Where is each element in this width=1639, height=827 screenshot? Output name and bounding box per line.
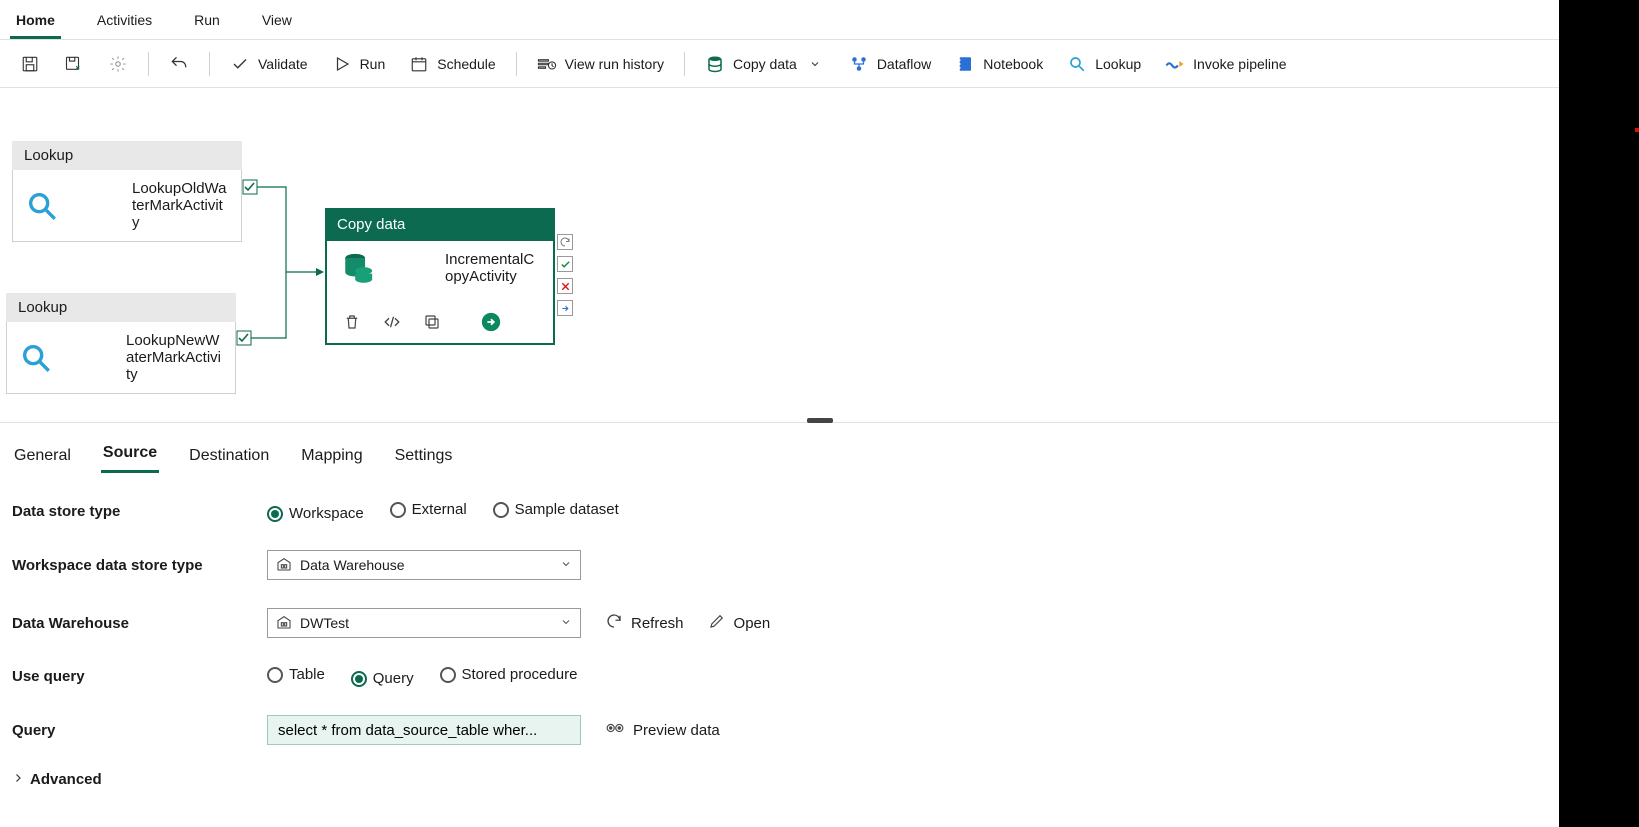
copy-data-button[interactable]: Copy data — [695, 48, 835, 80]
radio-stored-procedure[interactable]: Stored procedure — [440, 666, 578, 683]
separator — [684, 52, 685, 76]
undo-button[interactable] — [159, 48, 199, 80]
warehouse-icon — [276, 614, 292, 633]
edit-icon — [708, 612, 726, 634]
notebook-icon — [955, 54, 975, 74]
toolbar: Validate Run Schedule View run history C… — [0, 40, 1639, 88]
properties-tabs: General Source Destination Mapping Setti… — [12, 435, 1627, 473]
dataflow-button[interactable]: Dataflow — [839, 48, 941, 80]
open-button[interactable]: Open — [708, 612, 771, 634]
play-icon — [332, 54, 352, 74]
schedule-button[interactable]: Schedule — [399, 48, 505, 80]
tab-view[interactable]: View — [256, 1, 298, 39]
radio-workspace[interactable]: Workspace — [267, 505, 364, 522]
red-dot — [1635, 128, 1639, 132]
separator — [148, 52, 149, 76]
code-icon[interactable] — [381, 311, 403, 333]
radio-external[interactable]: External — [390, 501, 467, 518]
view-history-button[interactable]: View run history — [527, 48, 674, 80]
undo-icon — [169, 54, 189, 74]
prop-tab-destination[interactable]: Destination — [187, 443, 271, 473]
dataflow-icon — [849, 54, 869, 74]
properties-panel: General Source Destination Mapping Setti… — [0, 423, 1639, 808]
refresh-icon — [605, 612, 623, 634]
settings-button[interactable] — [98, 48, 138, 80]
database-icon — [341, 251, 435, 285]
save-as-icon — [64, 54, 84, 74]
black-sidebar — [1559, 0, 1639, 827]
radio-sample-dataset[interactable]: Sample dataset — [493, 501, 619, 518]
prop-tab-source[interactable]: Source — [101, 440, 159, 473]
tab-activities[interactable]: Activities — [91, 1, 158, 39]
preview-icon — [605, 721, 625, 739]
lookup-button[interactable]: Lookup — [1057, 48, 1151, 80]
select-workspace-store-type[interactable]: Data Warehouse — [267, 550, 581, 580]
database-icon — [705, 54, 725, 74]
activity-type-label: Copy data — [325, 208, 555, 241]
chevron-down-icon — [805, 54, 825, 74]
calendar-icon — [409, 54, 429, 74]
chevron-down-icon — [560, 557, 572, 573]
lookup-icon — [25, 189, 122, 223]
save-icon — [20, 54, 40, 74]
save-as-button[interactable] — [54, 48, 94, 80]
prop-tab-mapping[interactable]: Mapping — [299, 443, 364, 473]
port-fail-icon[interactable] — [557, 278, 573, 294]
history-icon — [537, 54, 557, 74]
gear-icon — [108, 54, 128, 74]
activity-name-label: LookupOldWaterMarkActivity — [132, 180, 229, 231]
prop-tab-general[interactable]: General — [12, 443, 73, 473]
label-use-query: Use query — [12, 668, 267, 685]
notebook-button[interactable]: Notebook — [945, 48, 1053, 80]
tab-home[interactable]: Home — [10, 1, 61, 39]
activity-name-label: IncrementalCopyActivity — [445, 251, 539, 285]
preview-data-button[interactable]: Preview data — [605, 721, 720, 739]
port-retry-icon[interactable] — [557, 234, 573, 250]
delete-icon[interactable] — [341, 311, 363, 333]
copy-icon[interactable] — [421, 311, 443, 333]
refresh-button[interactable]: Refresh — [605, 612, 684, 634]
chevron-right-icon — [12, 771, 24, 788]
activity-name-label: LookupNewWaterMarkActivity — [126, 332, 223, 383]
activity-type-label: Lookup — [6, 293, 236, 322]
activity-lookup-old[interactable]: Lookup LookupOldWaterMarkActivity — [12, 141, 242, 242]
check-icon — [230, 54, 250, 74]
activity-type-label: Lookup — [12, 141, 242, 170]
prop-tab-settings[interactable]: Settings — [393, 443, 455, 473]
activity-copy-data[interactable]: Copy data IncrementalCopyActivity — [325, 208, 555, 345]
tab-run[interactable]: Run — [188, 1, 226, 39]
ribbon-tabs: Home Activities Run View — [0, 0, 1639, 40]
activity-lookup-new[interactable]: Lookup LookupNewWaterMarkActivity — [6, 293, 236, 394]
query-input[interactable] — [267, 715, 581, 745]
lookup-icon — [19, 341, 116, 375]
radio-query[interactable]: Query — [351, 670, 414, 687]
activity-output-ports — [557, 234, 573, 316]
run-activity-icon[interactable] — [443, 311, 539, 333]
label-workspace-store-type: Workspace data store type — [12, 557, 267, 574]
radio-table[interactable]: Table — [267, 666, 325, 683]
warehouse-icon — [276, 556, 292, 575]
label-data-warehouse: Data Warehouse — [12, 615, 267, 632]
label-query: Query — [12, 722, 267, 739]
port-success-icon[interactable] — [557, 256, 573, 272]
separator — [209, 52, 210, 76]
splitter-handle[interactable] — [807, 418, 833, 423]
port-skip-icon[interactable] — [557, 300, 573, 316]
pipeline-canvas[interactable]: Lookup LookupOldWaterMarkActivity Lookup… — [0, 88, 1639, 423]
chevron-down-icon — [560, 615, 572, 631]
save-button[interactable] — [10, 48, 50, 80]
validate-button[interactable]: Validate — [220, 48, 318, 80]
lookup-icon — [1067, 54, 1087, 74]
label-data-store-type: Data store type — [12, 503, 267, 520]
select-data-warehouse[interactable]: DWTest — [267, 608, 581, 638]
separator — [516, 52, 517, 76]
run-button[interactable]: Run — [322, 48, 396, 80]
invoke-pipeline-button[interactable]: Invoke pipeline — [1155, 48, 1296, 80]
pipeline-icon — [1165, 54, 1185, 74]
advanced-toggle[interactable]: Advanced — [12, 771, 102, 788]
